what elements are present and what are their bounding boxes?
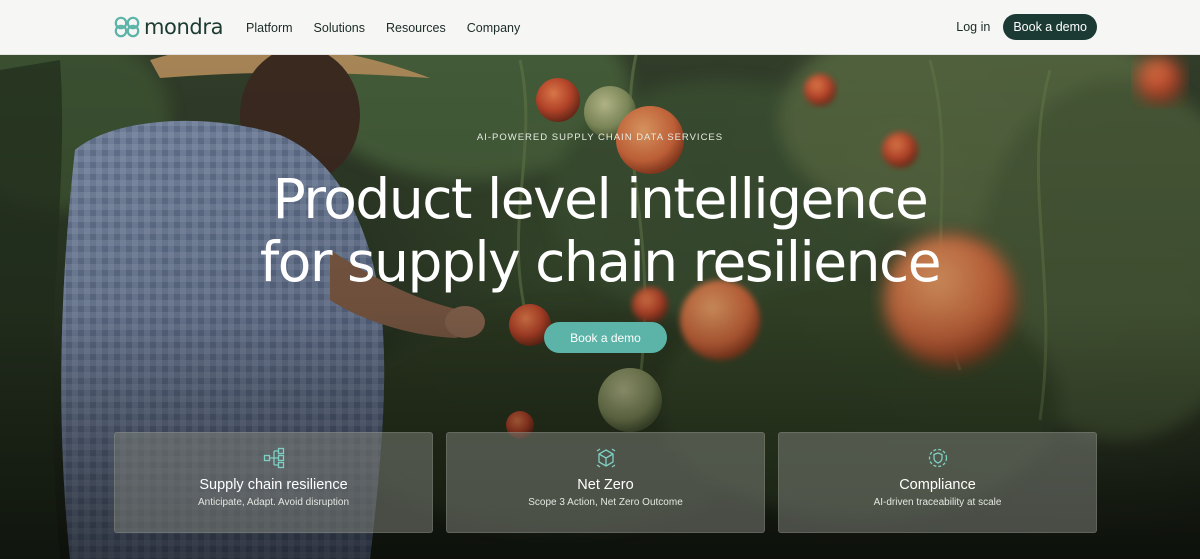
card-subtitle: Anticipate, Adapt. Avoid disruption	[197, 497, 350, 508]
card-subtitle: AI-driven traceability at scale	[873, 497, 1002, 508]
card-subtitle: Scope 3 Action, Net Zero Outcome	[528, 497, 683, 508]
brand-logo[interactable]: mondra	[114, 13, 223, 41]
mondra-logo-icon	[114, 16, 140, 38]
nav-link-solutions[interactable]: Solutions	[314, 21, 365, 35]
card-title: Supply chain resilience	[199, 477, 348, 493]
card-title: Net Zero	[577, 477, 634, 493]
feature-cards: Supply chain resilience Anticipate, Adap…	[114, 432, 1097, 533]
hero-headline-line-1: Product level intelligence	[272, 167, 929, 231]
nav-link-resources[interactable]: Resources	[386, 21, 446, 35]
cube-recycle-icon	[596, 448, 615, 468]
hero-headline-line-2: for supply chain resilience	[259, 230, 942, 294]
nav-actions: Log in Book a demo	[956, 14, 1097, 40]
card-net-zero[interactable]: Net Zero Scope 3 Action, Net Zero Outcom…	[446, 432, 765, 533]
hero-eyebrow: AI-POWERED SUPPLY CHAIN DATA SERVICES	[476, 132, 724, 143]
brand-name: mondra	[144, 15, 224, 39]
shield-check-icon	[928, 448, 947, 468]
nav-link-company[interactable]: Company	[467, 21, 521, 35]
top-nav: mondra Platform Solutions Resources Comp…	[0, 0, 1200, 55]
hero-headline: Product level intelligence for supply ch…	[0, 168, 1200, 294]
card-title: Compliance	[899, 477, 976, 493]
network-hierarchy-icon	[263, 447, 284, 469]
card-compliance[interactable]: Compliance AI-driven traceability at sca…	[778, 432, 1097, 533]
nav-book-demo-button[interactable]: Book a demo	[1003, 14, 1097, 40]
card-supply-chain-resilience[interactable]: Supply chain resilience Anticipate, Adap…	[114, 432, 433, 533]
login-link[interactable]: Log in	[956, 20, 990, 34]
main-menu: Platform Solutions Resources Company	[246, 0, 541, 55]
nav-link-platform[interactable]: Platform	[246, 21, 293, 35]
hero-book-demo-button[interactable]: Book a demo	[544, 322, 667, 353]
